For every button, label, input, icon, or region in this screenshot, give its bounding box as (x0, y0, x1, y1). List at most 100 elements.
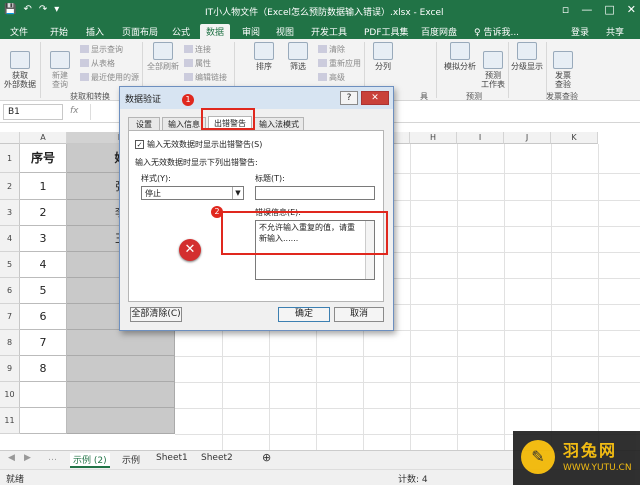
scroll-right-icon[interactable]: ▶ (24, 453, 31, 463)
new-query-button[interactable]: 新建 查询 (44, 42, 76, 89)
row-header[interactable]: 2 (0, 173, 20, 200)
cell-a[interactable]: 7 (20, 330, 67, 356)
sheet-tab-sheet2[interactable]: Sheet2 (201, 453, 233, 463)
add-sheet-icon[interactable]: ⊕ (262, 451, 271, 464)
customize-icon[interactable]: ▾ (54, 4, 59, 15)
tab-developer[interactable]: 开发工具 (305, 24, 353, 39)
clear-all-button[interactable]: 全部清除(C) (130, 307, 182, 322)
get-external-data-button[interactable]: 获取 外部数据 (2, 42, 38, 89)
reapply-button[interactable]: 重新应用 (318, 58, 361, 69)
cell-a[interactable]: 序号 (20, 144, 67, 173)
tell-me-search[interactable]: ♀ 告诉我... (468, 24, 525, 39)
dialog-close-button[interactable]: ✕ (361, 91, 389, 105)
cell-a[interactable] (20, 382, 67, 408)
from-table-button[interactable]: 从表格 (80, 58, 115, 69)
invoice-check-button[interactable]: 发票 查验 (550, 42, 576, 89)
cell-b[interactable] (67, 356, 175, 382)
invoice-icon (553, 51, 573, 69)
outline-button[interactable]: 分级显示 (510, 42, 544, 71)
cell-a[interactable]: 8 (20, 356, 67, 382)
column-header[interactable]: H (410, 132, 457, 144)
cell-b[interactable] (67, 330, 175, 356)
column-header[interactable]: K (551, 132, 598, 144)
cell-a[interactable]: 4 (20, 252, 67, 278)
select-all-corner[interactable] (0, 132, 20, 144)
maximize-icon[interactable]: □ (604, 3, 614, 16)
gridline (551, 144, 552, 450)
row-header[interactable]: 9 (0, 356, 20, 382)
what-if-analysis-button[interactable]: 模拟分析 (440, 42, 480, 71)
recent-sources-button[interactable]: 最近使用的源 (80, 72, 139, 83)
sheet-tab-example-2[interactable]: 示例 (2) (70, 453, 110, 468)
forecast-sheet-button[interactable]: 预测 工作表 (480, 42, 506, 89)
tab-file[interactable]: 文件 (4, 24, 34, 39)
column-header[interactable]: A (20, 132, 67, 144)
title-input[interactable] (255, 186, 375, 200)
help-button[interactable]: ? (340, 91, 358, 105)
tab-review[interactable]: 审阅 (236, 24, 266, 39)
show-query-button[interactable]: 显示查询 (80, 44, 123, 55)
name-box[interactable]: B1 (3, 104, 63, 120)
fx-icon[interactable]: fx (70, 106, 79, 116)
row-header[interactable]: 1 (0, 144, 20, 173)
query-icon (50, 51, 70, 69)
sheet-tab-example[interactable]: 示例 (122, 453, 140, 466)
properties-button[interactable]: 属性 (184, 58, 211, 69)
tab-settings[interactable]: 设置 (128, 117, 160, 131)
sort-button[interactable]: 排序 (252, 42, 276, 71)
row-header[interactable]: 8 (0, 330, 20, 356)
row-header[interactable]: 10 (0, 382, 20, 408)
row-header[interactable]: 4 (0, 226, 20, 252)
cell-a[interactable]: 2 (20, 200, 67, 226)
row-header[interactable]: 11 (0, 408, 20, 434)
undo-icon[interactable]: ↶ (23, 4, 31, 15)
tab-data[interactable]: 数据 (200, 24, 231, 39)
cell-a[interactable] (20, 408, 67, 434)
advanced-filter-button[interactable]: 高级 (318, 72, 345, 83)
text-to-columns-button[interactable]: 分列 (370, 42, 396, 71)
close-icon[interactable]: ✕ (627, 3, 636, 16)
more-sheets-icon[interactable]: … (48, 453, 57, 463)
tab-formulas[interactable]: 公式 (166, 24, 196, 39)
tab-view[interactable]: 视图 (270, 24, 300, 39)
show-error-checkbox[interactable]: ✓ 输入无效数据时显示出错警告(S) (135, 139, 262, 150)
cell-b[interactable] (67, 408, 175, 434)
cell-a[interactable]: 3 (20, 226, 67, 252)
tab-baidu-netdisk[interactable]: 百度网盘 (415, 24, 463, 39)
cancel-button[interactable]: 取消 (334, 307, 384, 322)
column-header[interactable]: I (457, 132, 504, 144)
scroll-left-icon[interactable]: ◀ (8, 453, 15, 463)
row-header[interactable]: 6 (0, 278, 20, 304)
row-header[interactable]: 3 (0, 200, 20, 226)
row-header[interactable]: 5 (0, 252, 20, 278)
ribbon-display-icon[interactable]: ▫ (562, 3, 569, 16)
minimize-icon[interactable]: — (581, 3, 592, 16)
edit-links-button[interactable]: 编辑链接 (184, 72, 227, 83)
sign-in-link[interactable]: 登录 (565, 24, 595, 39)
tab-pdf-tools[interactable]: PDF工具集 (358, 24, 415, 39)
status-count: 计数: 4 (398, 475, 428, 485)
save-icon[interactable]: 💾 (4, 4, 16, 15)
style-select[interactable]: 停止 ▼ (141, 186, 244, 200)
connections-button[interactable]: 连接 (184, 44, 211, 55)
what-if-icon (450, 42, 470, 60)
filter-button[interactable]: 筛选 (286, 42, 310, 71)
share-button[interactable]: 共享 (600, 24, 630, 39)
database-icon (10, 51, 30, 69)
redo-icon[interactable]: ↷ (39, 4, 47, 15)
cell-a[interactable]: 1 (20, 173, 67, 200)
cell-a[interactable]: 6 (20, 304, 67, 330)
tab-ime-mode[interactable]: 输入法模式 (254, 117, 304, 131)
tab-page-layout[interactable]: 页面布局 (116, 24, 164, 39)
tab-home[interactable]: 开始 (44, 24, 74, 39)
tab-insert[interactable]: 插入 (80, 24, 110, 39)
cell-a[interactable]: 5 (20, 278, 67, 304)
ok-button[interactable]: 确定 (278, 307, 330, 322)
column-header[interactable]: J (504, 132, 551, 144)
tab-input-message[interactable]: 输入信息 (162, 117, 206, 131)
refresh-all-button[interactable]: 全部刷新 (146, 42, 180, 71)
clear-filter-button[interactable]: 清除 (318, 44, 345, 55)
cell-b[interactable] (67, 382, 175, 408)
sheet-tab-sheet1[interactable]: Sheet1 (156, 453, 188, 463)
row-header[interactable]: 7 (0, 304, 20, 330)
